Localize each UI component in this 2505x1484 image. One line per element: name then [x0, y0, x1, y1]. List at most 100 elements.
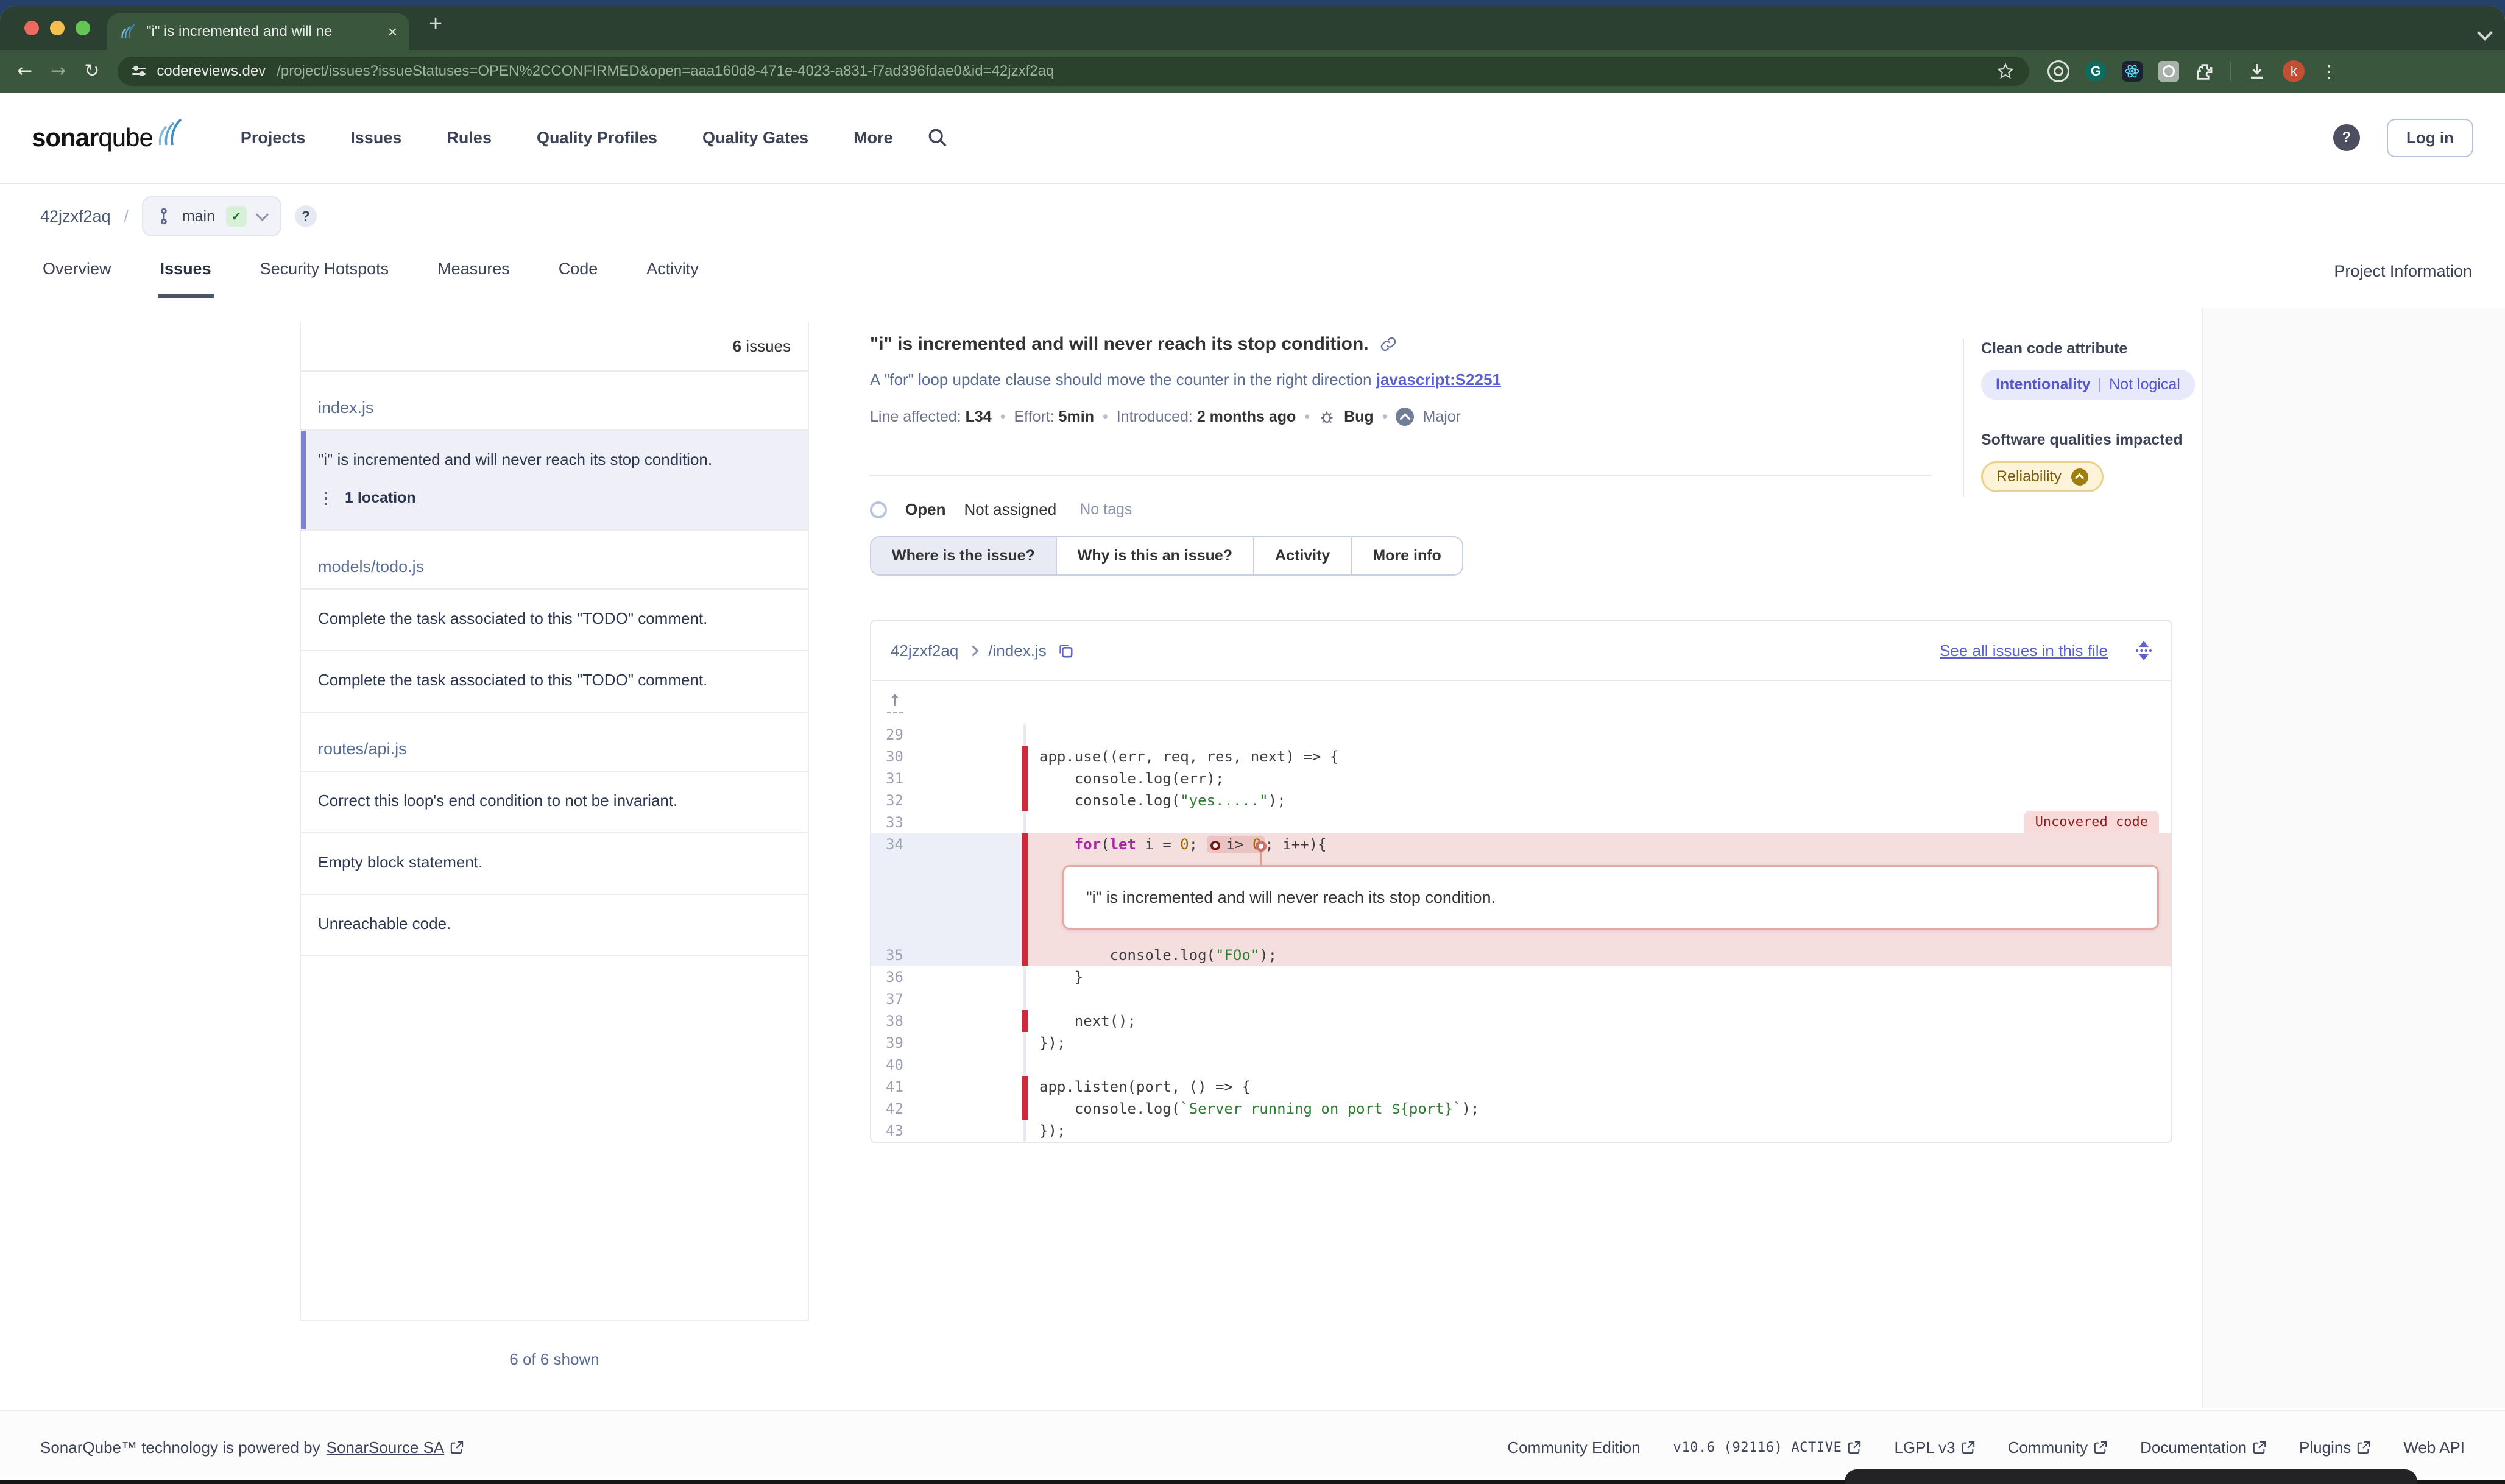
expand-all-icon[interactable]: [2136, 641, 2152, 660]
issue-tab-where-is-the-issue[interactable]: Where is the issue?: [871, 537, 1056, 574]
tab-search-chevron-icon[interactable]: [2479, 21, 2490, 43]
footer-item-plugins[interactable]: Plugins: [2299, 1438, 2370, 1457]
code-line-39[interactable]: 39});: [871, 1032, 2171, 1054]
main-nav-more[interactable]: More: [853, 129, 893, 147]
search-icon[interactable]: [927, 127, 948, 148]
code-line-33[interactable]: 33Uncovered code: [871, 811, 2171, 833]
sonarqube-logo[interactable]: sonarqube: [32, 123, 185, 152]
issue-message-box[interactable]: "i" is incremented and will never reach …: [1062, 865, 2159, 930]
code-line-41[interactable]: 41app.listen(port, () => {: [871, 1076, 2171, 1098]
issue-type[interactable]: Bug: [1344, 408, 1374, 426]
code-line-34[interactable]: 34 for(let i = 0; i> 0; i++){: [871, 833, 2171, 855]
minimize-window-button[interactable]: [50, 21, 65, 35]
code-line-37[interactable]: 37: [871, 988, 2171, 1010]
back-button[interactable]: ←: [17, 62, 32, 80]
line-number[interactable]: 37: [871, 988, 1022, 1010]
issue-list-item[interactable]: Unreachable code.: [301, 895, 808, 956]
copy-path-icon[interactable]: [1058, 643, 1073, 659]
issue-tab-why-is-this-an-issue[interactable]: Why is this an issue?: [1056, 537, 1253, 574]
code-breadcrumb-file[interactable]: /index.js: [988, 641, 1046, 660]
assignee-dropdown[interactable]: Not assigned: [964, 500, 1056, 519]
close-window-button[interactable]: [24, 21, 39, 35]
issue-list-item[interactable]: "i" is incremented and will never reach …: [301, 431, 808, 531]
login-button[interactable]: Log in: [2387, 119, 2473, 157]
tab-activity[interactable]: Activity: [644, 249, 701, 298]
help-icon[interactable]: ?: [2333, 124, 2360, 151]
code-line-38[interactable]: 38 next();: [871, 1010, 2171, 1032]
line-number[interactable]: 38: [871, 1010, 1022, 1032]
line-number[interactable]: 31: [871, 768, 1022, 790]
issue-list-item[interactable]: Complete the task associated to this "TO…: [301, 651, 808, 713]
main-nav-projects[interactable]: Projects: [241, 129, 306, 147]
footer-item-web-api[interactable]: Web API: [2403, 1438, 2465, 1457]
permalink-icon[interactable]: [1380, 336, 1397, 353]
bookmark-star-icon[interactable]: [1996, 62, 2015, 80]
footer-item-v10-6-92116-active[interactable]: v10.6 (92116) ACTIVE: [1673, 1440, 1862, 1455]
code-line-42[interactable]: 42 console.log(`Server running on port $…: [871, 1098, 2171, 1120]
code-line-29[interactable]: 29: [871, 724, 2171, 746]
issue-list-item[interactable]: Correct this loop's end condition to not…: [301, 772, 808, 833]
line-number[interactable]: 32: [871, 790, 1022, 811]
code-line-43[interactable]: 43});: [871, 1120, 2171, 1142]
line-number[interactable]: 39: [871, 1032, 1022, 1054]
code-breadcrumb-project[interactable]: 42jzxf2aq: [891, 641, 958, 660]
code-line-32[interactable]: 32 console.log("yes.....");: [871, 790, 2171, 811]
code-line-36[interactable]: 36 }: [871, 966, 2171, 988]
extension-target-icon[interactable]: [2047, 60, 2069, 82]
tags-dropdown[interactable]: No tags: [1079, 501, 1132, 518]
forward-button[interactable]: →: [51, 62, 66, 80]
extension-screenshot-icon[interactable]: [2158, 61, 2179, 82]
line-number[interactable]: 33: [871, 811, 1022, 833]
line-number[interactable]: 30: [871, 746, 1022, 768]
main-nav-quality-profiles[interactable]: Quality Profiles: [537, 129, 657, 147]
code-line-31[interactable]: 31 console.log(err);: [871, 768, 2171, 790]
downloads-icon[interactable]: [2247, 62, 2267, 81]
new-tab-button[interactable]: +: [429, 11, 442, 37]
branch-help-icon[interactable]: ?: [295, 205, 317, 227]
tab-issues[interactable]: Issues: [158, 249, 214, 298]
issue-locations[interactable]: ⋮1 location: [318, 486, 791, 510]
extensions-puzzle-icon[interactable]: [2195, 62, 2214, 81]
status-dropdown[interactable]: Open: [905, 500, 945, 519]
reload-button[interactable]: ↻: [84, 62, 99, 80]
branch-selector[interactable]: main ✓: [142, 196, 281, 236]
tab-measures[interactable]: Measures: [435, 249, 512, 298]
line-number[interactable]: 41: [871, 1076, 1022, 1098]
issue-severity[interactable]: Major: [1422, 408, 1461, 426]
reliability-pill[interactable]: Reliability: [1981, 461, 2104, 492]
code-line-40[interactable]: 40: [871, 1054, 2171, 1076]
browser-menu-icon[interactable]: ⋮: [2320, 62, 2337, 82]
tab-security-hotspots[interactable]: Security Hotspots: [258, 249, 392, 298]
sonarsource-link[interactable]: SonarSource SA: [327, 1438, 445, 1457]
code-line-35[interactable]: 35 console.log("FOo");: [871, 944, 2171, 966]
see-all-issues-link[interactable]: See all issues in this file: [1940, 641, 2108, 660]
site-settings-icon[interactable]: [132, 68, 146, 75]
tab-overview[interactable]: Overview: [40, 249, 114, 298]
tab-code[interactable]: Code: [556, 249, 601, 298]
maximize-window-button[interactable]: [76, 21, 90, 35]
address-bar[interactable]: codereviews.dev /project/issues?issueSta…: [118, 57, 2029, 86]
project-information-link[interactable]: Project Information: [2334, 262, 2472, 281]
breadcrumb-project[interactable]: 42jzxf2aq: [40, 207, 111, 226]
main-nav-issues[interactable]: Issues: [350, 129, 401, 147]
line-number[interactable]: 29: [871, 724, 1022, 746]
expand-lines-up-icon[interactable]: ↑: [887, 692, 903, 713]
line-number[interactable]: 43: [871, 1120, 1022, 1142]
tab-close-icon[interactable]: ×: [388, 24, 397, 40]
rule-link[interactable]: javascript:S2251: [1376, 370, 1501, 389]
footer-item-documentation[interactable]: Documentation: [2140, 1438, 2266, 1457]
extension-react-devtools-icon[interactable]: [2122, 61, 2143, 82]
footer-item-community[interactable]: Community: [2008, 1438, 2107, 1457]
clean-code-attribute-pill[interactable]: Intentionality | Not logical: [1981, 370, 2195, 400]
main-nav-rules[interactable]: Rules: [447, 129, 492, 147]
line-number[interactable]: 40: [871, 1054, 1022, 1076]
line-number[interactable]: 35: [871, 944, 1022, 966]
issue-list-item[interactable]: Complete the task associated to this "TO…: [301, 590, 808, 651]
extension-grammarly-icon[interactable]: G: [2085, 61, 2106, 82]
line-number[interactable]: 36: [871, 966, 1022, 988]
line-number[interactable]: 42: [871, 1098, 1022, 1120]
code-line-30[interactable]: 30app.use((err, req, res, next) => {: [871, 746, 2171, 768]
line-number[interactable]: 34: [871, 833, 1022, 855]
profile-avatar[interactable]: k: [2283, 60, 2305, 82]
issue-tab-more-info[interactable]: More info: [1351, 537, 1462, 574]
